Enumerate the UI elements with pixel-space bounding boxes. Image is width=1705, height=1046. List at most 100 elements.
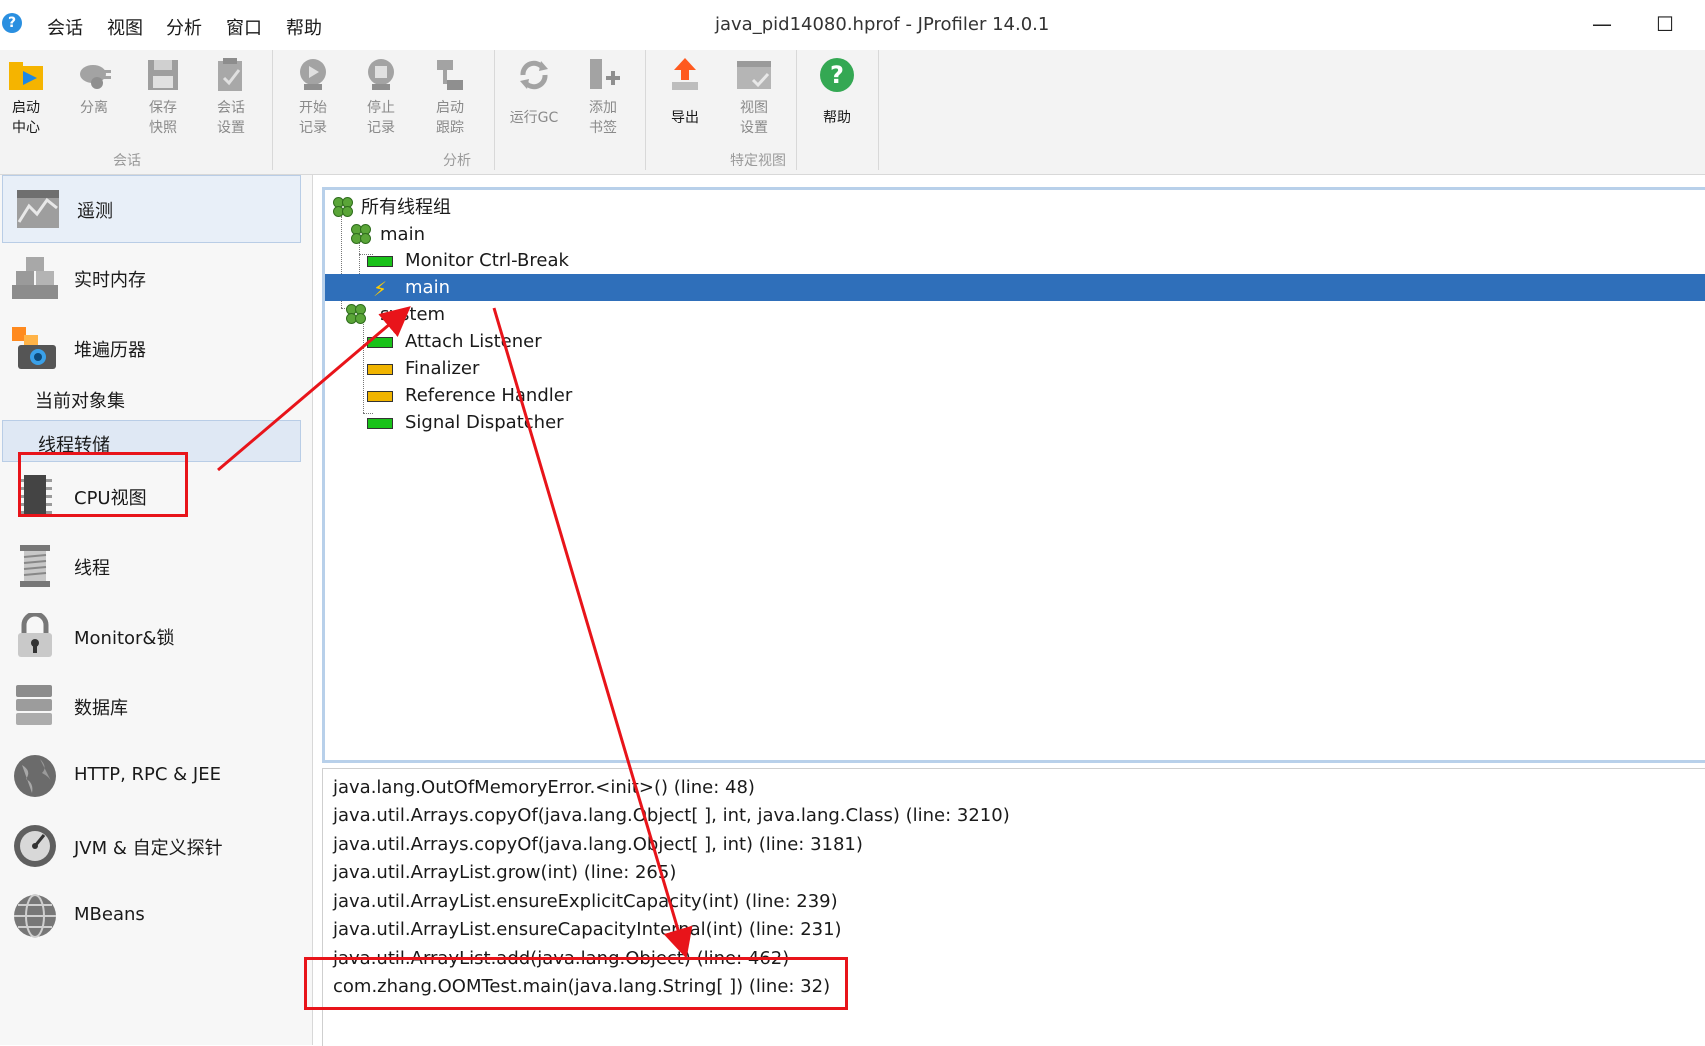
view-settings-button[interactable]: 视图 设置 (722, 56, 786, 138)
sidebar-item-current-object-set[interactable]: 当前对象集 (0, 377, 300, 417)
thread-group-icon (346, 304, 366, 324)
tree-row-all-thread-groups[interactable]: 所有线程组 (325, 194, 1705, 221)
stack-frame[interactable]: java.util.ArrayList.grow(int) (line: 265… (333, 859, 676, 887)
sidebar-item-threads[interactable]: 线程 (0, 533, 300, 599)
save-snapshot-label-1: 保存 (149, 100, 177, 116)
thread-group-icon (333, 197, 353, 217)
start-tracking-label-2: 跟踪 (436, 120, 464, 136)
start-center-icon (7, 56, 45, 94)
toolbar-separator (494, 50, 495, 170)
tree-row-label: Monitor Ctrl-Break (405, 250, 569, 271)
thread-group-icon (351, 224, 371, 244)
sidebar-item-jvm-probes[interactable]: JVM & 自定义探针 (0, 813, 300, 879)
thread-running-icon (367, 256, 393, 267)
sidebar-item-heap-walker[interactable]: 堆遍历器 (0, 315, 300, 381)
sidebar-item-live-memory[interactable]: 实时内存 (0, 245, 300, 311)
start-tracking-button[interactable]: 启动 跟踪 (418, 56, 482, 138)
mbeans-icon (12, 893, 58, 939)
menu-analyze[interactable]: 分析 (166, 14, 202, 40)
view-settings-label-2: 设置 (740, 120, 768, 136)
title-bar: ? 会话 视图 分析 窗口 帮助 java_pid14080.hprof - J… (0, 0, 1705, 50)
view-settings-label-1: 视图 (740, 100, 768, 116)
toolbar-group-specific-view: 特定视图 (730, 153, 786, 169)
database-icon (12, 683, 58, 729)
tree-row-thread[interactable]: Finalizer (325, 355, 1705, 382)
session-settings-button[interactable]: 会话 设置 (199, 56, 263, 138)
start-recording-label-1: 开始 (299, 100, 327, 116)
export-icon (666, 56, 704, 94)
sidebar-item-label: Monitor&锁 (74, 628, 175, 649)
session-settings-label-2: 设置 (217, 120, 245, 136)
save-snapshot-icon (144, 56, 182, 94)
live-memory-icon (12, 255, 58, 301)
svg-text:?: ? (830, 61, 844, 89)
sidebar-item-label: 遥测 (77, 201, 113, 222)
add-bookmark-icon (584, 56, 622, 94)
maximize-button[interactable]: ☐ (1656, 12, 1674, 36)
sidebar-item-monitors-locks[interactable]: Monitor&锁 (0, 603, 300, 669)
stop-recording-button[interactable]: 停止 记录 (349, 56, 413, 138)
stop-recording-icon (362, 56, 400, 94)
detach-button[interactable]: 分离 (62, 56, 126, 118)
threads-icon (12, 543, 58, 589)
export-button[interactable]: 导出 (653, 56, 717, 128)
sidebar: 遥测 实时内存 堆遍历器 当前对象集 线程转储 CPU视图 线程 Monitor… (0, 175, 313, 1045)
tree-row-label: main (380, 224, 425, 245)
tree-row-group-main[interactable]: main (325, 221, 1705, 248)
sidebar-item-http-rpc-jee[interactable]: HTTP, RPC & JEE (0, 743, 300, 809)
thread-waiting-icon (367, 364, 393, 375)
run-gc-label: 运行GC (509, 110, 559, 126)
help-button[interactable]: ? 帮助 (805, 56, 869, 128)
stack-frame[interactable]: java.util.ArrayList.ensureCapacityIntern… (333, 916, 842, 944)
tree-row-group-system[interactable]: system (325, 301, 1705, 328)
thread-waiting-icon (367, 391, 393, 402)
add-bookmark-label-1: 添加 (589, 100, 617, 116)
tree-row-thread[interactable]: Attach Listener (325, 328, 1705, 355)
tree-row-label: system (380, 304, 446, 325)
start-center-label-1: 启动 (12, 100, 40, 116)
thread-running-icon (367, 418, 393, 429)
tree-row-label: Attach Listener (405, 331, 542, 352)
toolbar-separator (878, 50, 879, 170)
sidebar-item-database[interactable]: 数据库 (0, 673, 300, 739)
stack-frame[interactable]: java.util.Arrays.copyOf(java.lang.Object… (333, 802, 1010, 830)
save-snapshot-button[interactable]: 保存 快照 (131, 56, 195, 138)
start-recording-label-2: 记录 (299, 120, 327, 136)
http-globe-icon (12, 753, 58, 799)
export-label: 导出 (671, 110, 699, 126)
start-recording-button[interactable]: 开始 记录 (281, 56, 345, 138)
minimize-button[interactable]: — (1592, 12, 1612, 36)
telemetry-icon (15, 186, 61, 232)
tree-row-thread-main-selected[interactable]: ⚡ main (325, 274, 1705, 301)
menu-view[interactable]: 视图 (107, 14, 143, 40)
tree-row-thread[interactable]: Signal Dispatcher (325, 409, 1705, 436)
sidebar-item-label: JVM & 自定义探针 (74, 838, 223, 859)
detach-label: 分离 (80, 100, 108, 116)
start-tracking-icon (431, 56, 469, 94)
tree-row-thread[interactable]: Monitor Ctrl-Break (325, 247, 1705, 274)
jprofiler-logo-icon: ? (2, 13, 22, 33)
save-snapshot-label-2: 快照 (149, 120, 177, 136)
stack-frame[interactable]: java.util.ArrayList.ensureExplicitCapaci… (333, 888, 838, 916)
lock-icon (12, 611, 58, 659)
add-bookmark-label-2: 书签 (589, 120, 617, 136)
run-gc-button[interactable]: 运行GC (502, 56, 566, 128)
window-title: java_pid14080.hprof - JProfiler 14.0.1 (715, 14, 1050, 35)
annotation-box-thread-dump (18, 452, 188, 517)
sidebar-item-mbeans[interactable]: MBeans (0, 883, 300, 949)
menu-help[interactable]: 帮助 (286, 14, 322, 40)
start-center-button[interactable]: 启动 中心 (0, 56, 58, 138)
stack-frame[interactable]: java.lang.OutOfMemoryError.<init>() (lin… (333, 774, 755, 802)
toolbar-group-session: 会话 (113, 153, 141, 169)
jvm-probe-icon (12, 823, 58, 869)
sidebar-item-label: 实时内存 (74, 270, 146, 291)
toolbar-group-analyze: 分析 (443, 153, 471, 169)
tree-row-thread[interactable]: Reference Handler (325, 382, 1705, 409)
add-bookmark-button[interactable]: 添加 书签 (571, 56, 635, 138)
sidebar-item-telemetry[interactable]: 遥测 (2, 175, 301, 243)
help-icon: ? (818, 56, 856, 94)
thread-tree: 所有线程组 main Monitor Ctrl-Break ⚡ main sys… (322, 187, 1705, 763)
menu-session[interactable]: 会话 (47, 14, 83, 40)
menu-window[interactable]: 窗口 (226, 14, 262, 40)
stack-frame[interactable]: java.util.Arrays.copyOf(java.lang.Object… (333, 831, 863, 859)
